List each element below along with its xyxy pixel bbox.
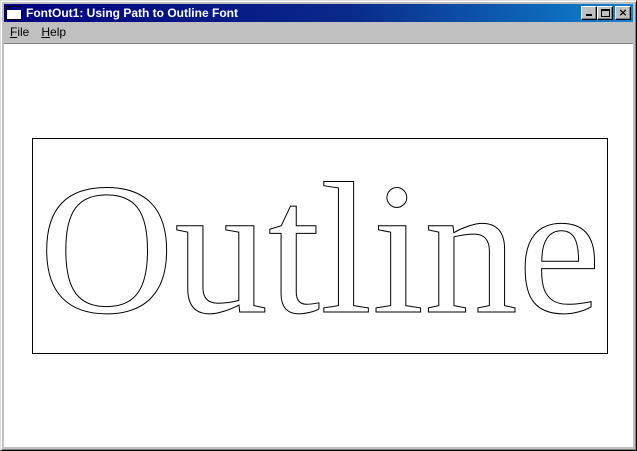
maximize-button[interactable] [597, 6, 613, 20]
menu-help-accel: H [41, 25, 51, 39]
outline-text-frame: Outline [32, 138, 608, 354]
minimize-icon [586, 14, 592, 16]
outline-text-canvas: Outline [39, 144, 602, 354]
window-controls: × [581, 6, 631, 20]
outline-text: Outline [39, 144, 601, 353]
menu-file[interactable]: File [4, 23, 35, 42]
menu-help-label: elp [50, 25, 67, 39]
minimize-button[interactable] [581, 6, 597, 20]
window-title: FontOut1: Using Path to Outline Font [26, 6, 238, 20]
app-window: FontOut1: Using Path to Outline Font × F… [0, 0, 637, 451]
app-window-icon[interactable] [6, 6, 22, 20]
menu-help[interactable]: Help [35, 23, 72, 42]
client-area[interactable]: Outline [4, 43, 633, 447]
menu-bar: File Help [4, 23, 633, 42]
maximize-icon [601, 9, 610, 17]
close-button[interactable]: × [615, 6, 631, 20]
close-icon: × [618, 6, 628, 19]
menu-file-label: ile [17, 25, 30, 39]
title-bar[interactable]: FontOut1: Using Path to Outline Font × [4, 4, 633, 22]
